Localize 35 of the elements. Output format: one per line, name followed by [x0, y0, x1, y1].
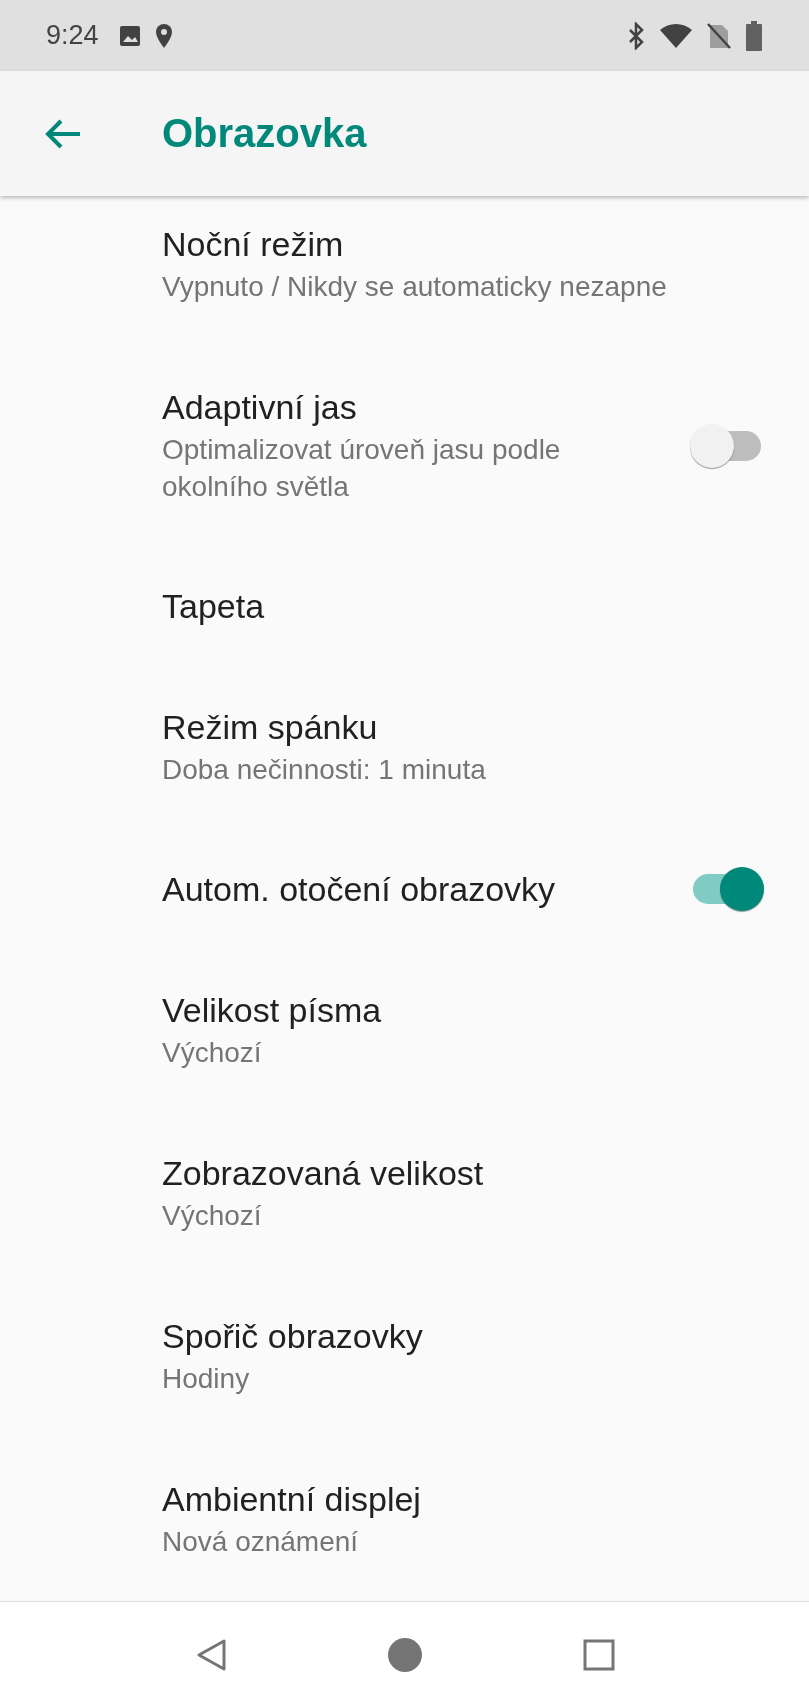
setting-row[interactable]: Noční režim Vypnuto / Nikdy se automaticky nezapne — [0, 196, 809, 346]
setting-title: Ambientní displej — [162, 1479, 422, 1519]
location-icon — [154, 22, 173, 49]
setting-row[interactable]: Tapeta — [0, 546, 809, 666]
home-button[interactable] — [386, 1637, 423, 1673]
setting-title: Adaptivní jas — [162, 387, 358, 427]
wifi-icon — [659, 22, 693, 49]
image-icon — [118, 24, 141, 47]
setting-title: Tapeta — [162, 586, 266, 626]
setting-title: Zobrazovaná velikost — [162, 1153, 485, 1193]
setting-summary: Vypnuto / Nikdy se automaticky nezapne — [162, 269, 668, 304]
no-sim-icon — [707, 21, 731, 50]
setting-row[interactable]: Spořič obrazovky Hodiny — [0, 1275, 809, 1438]
setting-row[interactable]: Ambientní displej Nová oznámení — [0, 1438, 809, 1601]
setting-summary: Výchozí — [162, 1198, 263, 1233]
setting-summary: Výchozí — [162, 1035, 263, 1070]
setting-title: Autom. otočení obrazovky — [162, 869, 557, 909]
setting-row[interactable]: Adaptivní jas Optimalizovat úroveň jasu podle okolního světla — [0, 346, 809, 546]
status-time: 9:24 — [46, 20, 99, 51]
battery-icon — [745, 20, 763, 51]
recents-button[interactable] — [582, 1639, 615, 1671]
setting-title: Noční režim — [162, 224, 345, 264]
setting-summary: Nová oznámení — [162, 1524, 360, 1559]
setting-summary: Doba nečinnosti: 1 minuta — [162, 752, 487, 787]
setting-row[interactable]: Autom. otočení obrazovky — [0, 829, 809, 949]
setting-row[interactable]: Velikost písma Výchozí — [0, 949, 809, 1112]
setting-summary: Hodiny — [162, 1361, 251, 1396]
bluetooth-icon — [627, 21, 645, 50]
screen-title: Obrazovka — [162, 111, 367, 156]
setting-row[interactable]: Režim spánku Doba nečinnosti: 1 minuta — [0, 666, 809, 829]
setting-title: Režim spánku — [162, 707, 379, 747]
setting-row[interactable]: Zobrazovaná velikost Výchozí — [0, 1112, 809, 1275]
setting-title: Spořič obrazovky — [162, 1316, 424, 1356]
setting-title: Velikost písma — [162, 990, 383, 1030]
setting-summary: Optimalizovat úroveň jasu podle okolního světla — [162, 432, 562, 504]
